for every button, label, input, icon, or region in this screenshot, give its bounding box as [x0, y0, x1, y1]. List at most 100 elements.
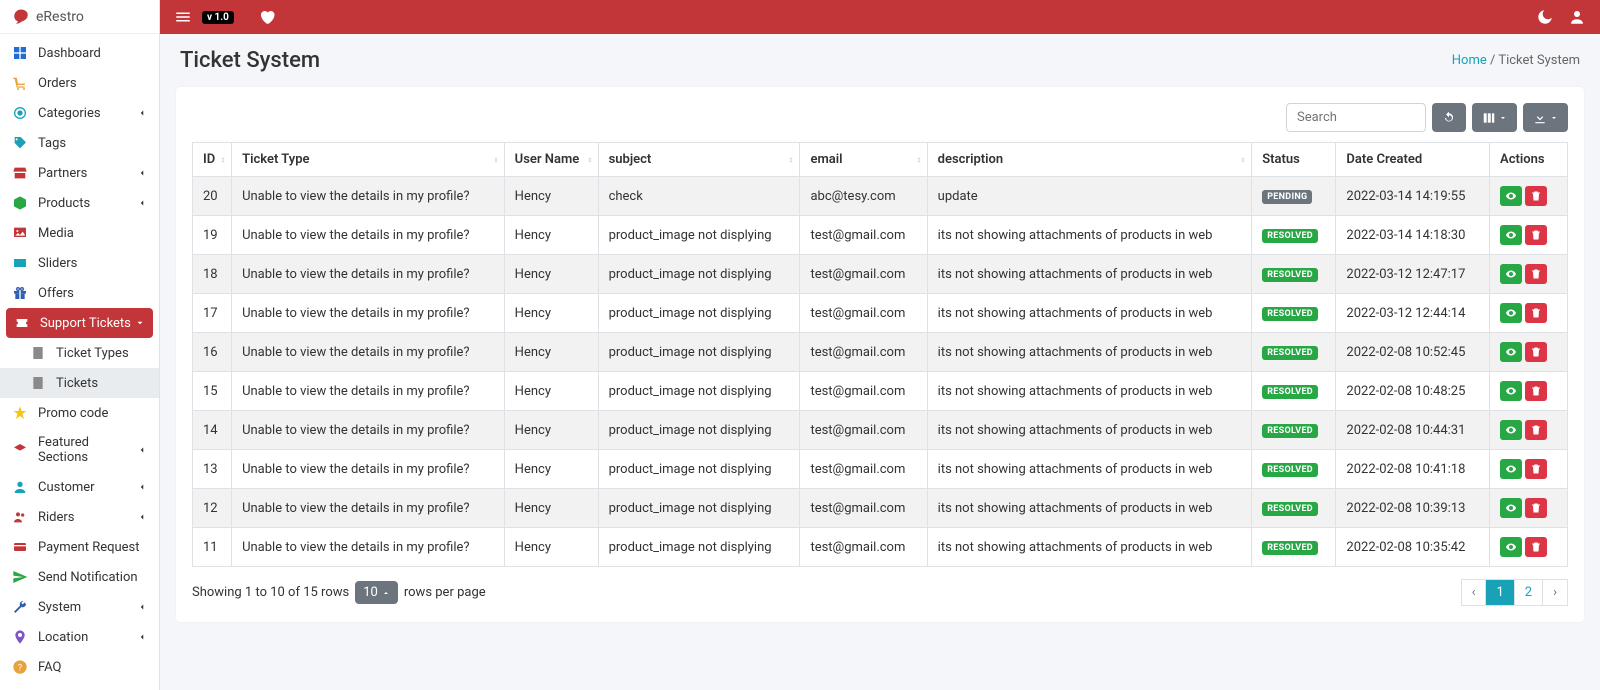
sidebar-subitem-tickets[interactable]: Tickets — [0, 368, 159, 398]
page-1[interactable]: 1 — [1486, 579, 1514, 606]
delete-button[interactable] — [1525, 498, 1547, 518]
gift-icon — [12, 285, 28, 301]
columns-button[interactable] — [1472, 103, 1517, 132]
cell-subject: product_image not displying — [598, 489, 800, 528]
sidebar-item-label: Sliders — [38, 256, 147, 271]
sidebar-item-faq[interactable]: ?FAQ — [0, 652, 159, 682]
view-button[interactable] — [1500, 420, 1522, 440]
sidebar-item-featured-sections[interactable]: Featured Sections — [0, 428, 159, 472]
sidebar-item-label: Payment Request — [38, 540, 147, 555]
cell-email: test@gmail.com — [800, 216, 927, 255]
cell-subject: check — [598, 177, 800, 216]
breadcrumb-current: Ticket System — [1498, 53, 1580, 68]
delete-button[interactable] — [1525, 186, 1547, 206]
sidebar-item-products[interactable]: Products — [0, 188, 159, 218]
delete-button[interactable] — [1525, 537, 1547, 557]
user-icon[interactable] — [1568, 8, 1586, 26]
page-next[interactable]: › — [1543, 579, 1568, 606]
sidebar-item-payment-request[interactable]: Payment Request — [0, 532, 159, 562]
cell-date: 2022-02-08 10:44:31 — [1336, 411, 1490, 450]
download-icon — [1533, 111, 1547, 125]
sidebar-item-offers[interactable]: Offers — [0, 278, 159, 308]
sidebar-item-system[interactable]: System — [0, 592, 159, 622]
cell-type: Unable to view the details in my profile… — [232, 294, 505, 333]
breadcrumb: Home / Ticket System — [1452, 53, 1580, 68]
breadcrumb-home[interactable]: Home — [1452, 53, 1487, 68]
sort-icon — [586, 156, 594, 164]
page-2[interactable]: 2 — [1515, 579, 1543, 606]
export-button[interactable] — [1523, 103, 1568, 132]
sidebar-item-label: Location — [38, 630, 137, 645]
sidebar-item-location[interactable]: Location — [0, 622, 159, 652]
sidebar-item-media[interactable]: Media — [0, 218, 159, 248]
cell-type: Unable to view the details in my profile… — [232, 528, 505, 567]
table-row: 18Unable to view the details in my profi… — [193, 255, 1568, 294]
column-header[interactable]: User Name — [504, 143, 598, 177]
status-badge: RESOLVED — [1262, 346, 1318, 360]
delete-button[interactable] — [1525, 303, 1547, 323]
view-button[interactable] — [1500, 459, 1522, 479]
sidebar-item-categories[interactable]: Categories — [0, 98, 159, 128]
column-header[interactable]: Ticket Type — [232, 143, 505, 177]
sidebar: eRestro Dashboard Orders Categories Tags… — [0, 0, 160, 690]
sidebar-item-riders[interactable]: Riders — [0, 502, 159, 532]
moon-icon[interactable] — [1536, 8, 1554, 26]
sidebar-item-label: Media — [38, 226, 147, 241]
cell-user: Hency — [504, 450, 598, 489]
sidebar-item-tags[interactable]: Tags — [0, 128, 159, 158]
caret-up-icon — [382, 589, 390, 597]
cell-user: Hency — [504, 333, 598, 372]
cell-type: Unable to view the details in my profile… — [232, 177, 505, 216]
column-header[interactable]: email — [800, 143, 927, 177]
sidebar-item-customer[interactable]: Customer — [0, 472, 159, 502]
view-button[interactable] — [1500, 264, 1522, 284]
sidebar-item-dashboard[interactable]: Dashboard — [0, 38, 159, 68]
delete-button[interactable] — [1525, 264, 1547, 284]
delete-button[interactable] — [1525, 420, 1547, 440]
chevron-left-icon — [137, 602, 147, 612]
tickets-table: IDTicket TypeUser Namesubjectemaildescri… — [192, 142, 1568, 567]
search-input[interactable] — [1286, 103, 1426, 132]
doc-icon — [30, 345, 46, 361]
sidebar-item-orders[interactable]: Orders — [0, 68, 159, 98]
sidebar-item-send-notification[interactable]: Send Notification — [0, 562, 159, 592]
view-button[interactable] — [1500, 537, 1522, 557]
menu-icon[interactable] — [174, 8, 192, 26]
cell-subject: product_image not displying — [598, 333, 800, 372]
view-button[interactable] — [1500, 381, 1522, 401]
table-row: 15Unable to view the details in my profi… — [193, 372, 1568, 411]
cell-id: 13 — [193, 450, 232, 489]
cell-description: its not showing attachments of products … — [927, 411, 1252, 450]
delete-button[interactable] — [1525, 459, 1547, 479]
view-button[interactable] — [1500, 342, 1522, 362]
cube-icon — [12, 195, 28, 211]
sidebar-item-partners[interactable]: Partners — [0, 158, 159, 188]
refresh-button[interactable] — [1432, 103, 1466, 132]
view-button[interactable] — [1500, 225, 1522, 245]
cell-status: RESOLVED — [1252, 255, 1336, 294]
sidebar-item-label: Tickets — [56, 376, 147, 391]
page-prev[interactable]: ‹ — [1461, 579, 1487, 606]
delete-button[interactable] — [1525, 342, 1547, 362]
view-button[interactable] — [1500, 303, 1522, 323]
delete-button[interactable] — [1525, 381, 1547, 401]
page-size-dropdown[interactable]: 10 — [355, 581, 398, 604]
delete-button[interactable] — [1525, 225, 1547, 245]
view-button[interactable] — [1500, 186, 1522, 206]
sidebar-item-sliders[interactable]: Sliders — [0, 248, 159, 278]
sidebar-subitem-ticket-types[interactable]: Ticket Types — [0, 338, 159, 368]
cell-email: test@gmail.com — [800, 450, 927, 489]
status-badge: RESOLVED — [1262, 307, 1318, 321]
heart-icon[interactable] — [258, 8, 276, 26]
column-header: Status — [1252, 143, 1336, 177]
cell-id: 14 — [193, 411, 232, 450]
column-header[interactable]: description — [927, 143, 1252, 177]
column-header: Date Created — [1336, 143, 1490, 177]
column-header[interactable]: ID — [193, 143, 232, 177]
view-button[interactable] — [1500, 498, 1522, 518]
column-header[interactable]: subject — [598, 143, 800, 177]
sidebar-item-support-tickets[interactable]: Support Tickets — [6, 308, 153, 338]
cell-subject: product_image not displying — [598, 372, 800, 411]
sidebar-item-label: Promo code — [38, 406, 147, 421]
sidebar-item-promo-code[interactable]: Promo code — [0, 398, 159, 428]
